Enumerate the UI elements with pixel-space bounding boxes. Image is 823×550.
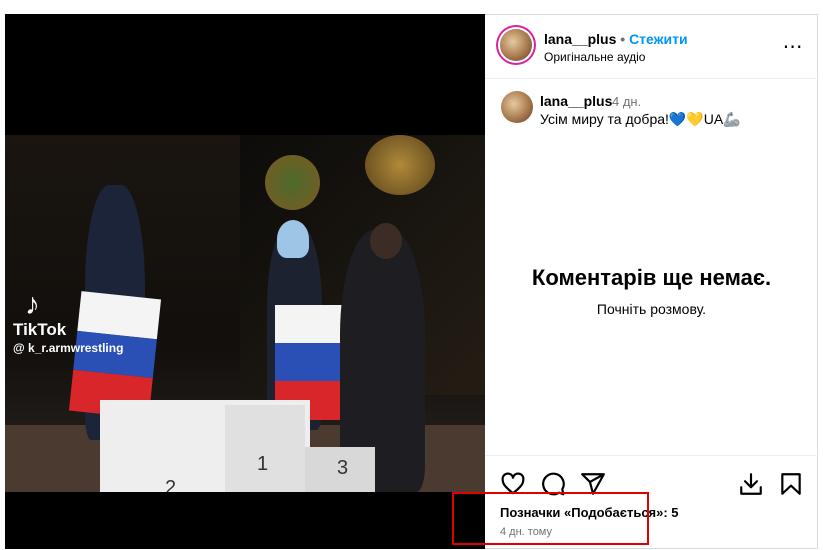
tiktok-brand: TikTok (13, 320, 67, 339)
caption-timestamp[interactable]: 4 дн. (612, 94, 641, 109)
caption-avatar[interactable] (501, 91, 533, 123)
author-line: lana__plus • Стежити (544, 31, 688, 47)
podium-first (225, 405, 305, 492)
podium-number-3: 3 (337, 457, 349, 479)
podium-number-2: 2 (165, 477, 177, 492)
download-icon[interactable] (738, 471, 764, 497)
official-head (370, 223, 402, 259)
event-emblem (365, 135, 435, 195)
tiktok-handle: @ k_r.armwrestling (13, 341, 124, 355)
no-comments-title: Коментарів ще немає. (531, 265, 772, 290)
bookmark-icon[interactable] (778, 471, 804, 497)
video-frame: 2 1 3 ♪ TikTok @ k_r.armwrestling (5, 135, 485, 492)
audio-label[interactable]: Оригінальне аудіо (544, 50, 645, 64)
more-options-icon[interactable]: ⋯ (781, 35, 805, 59)
author-avatar[interactable] (500, 29, 532, 61)
video-player[interactable]: 2 1 3 ♪ TikTok @ k_r.armwrestling (5, 14, 485, 549)
highlight-box (452, 492, 649, 545)
hijab (277, 220, 309, 258)
no-comments-subtitle: Почніть розмову. (596, 301, 707, 317)
caption-text: Усім миру та добра!💙💛UA🦾 (540, 111, 741, 127)
post-header: lana__plus • Стежити Оригінальне аудіо ⋯ (485, 15, 818, 79)
caption-username[interactable]: lana__plus (540, 93, 612, 109)
podium-number-1: 1 (257, 453, 269, 475)
follow-button[interactable]: Стежити (629, 31, 688, 47)
author-username[interactable]: lana__plus (544, 31, 616, 47)
event-logo (265, 155, 320, 210)
separator-dot: • (620, 31, 626, 47)
post-side-panel: lana__plus • Стежити Оригінальне аудіо ⋯… (485, 14, 818, 549)
tiktok-watermark: ♪ TikTok @ k_r.armwrestling (13, 290, 123, 356)
tiktok-logo-icon: ♪ (25, 288, 40, 321)
